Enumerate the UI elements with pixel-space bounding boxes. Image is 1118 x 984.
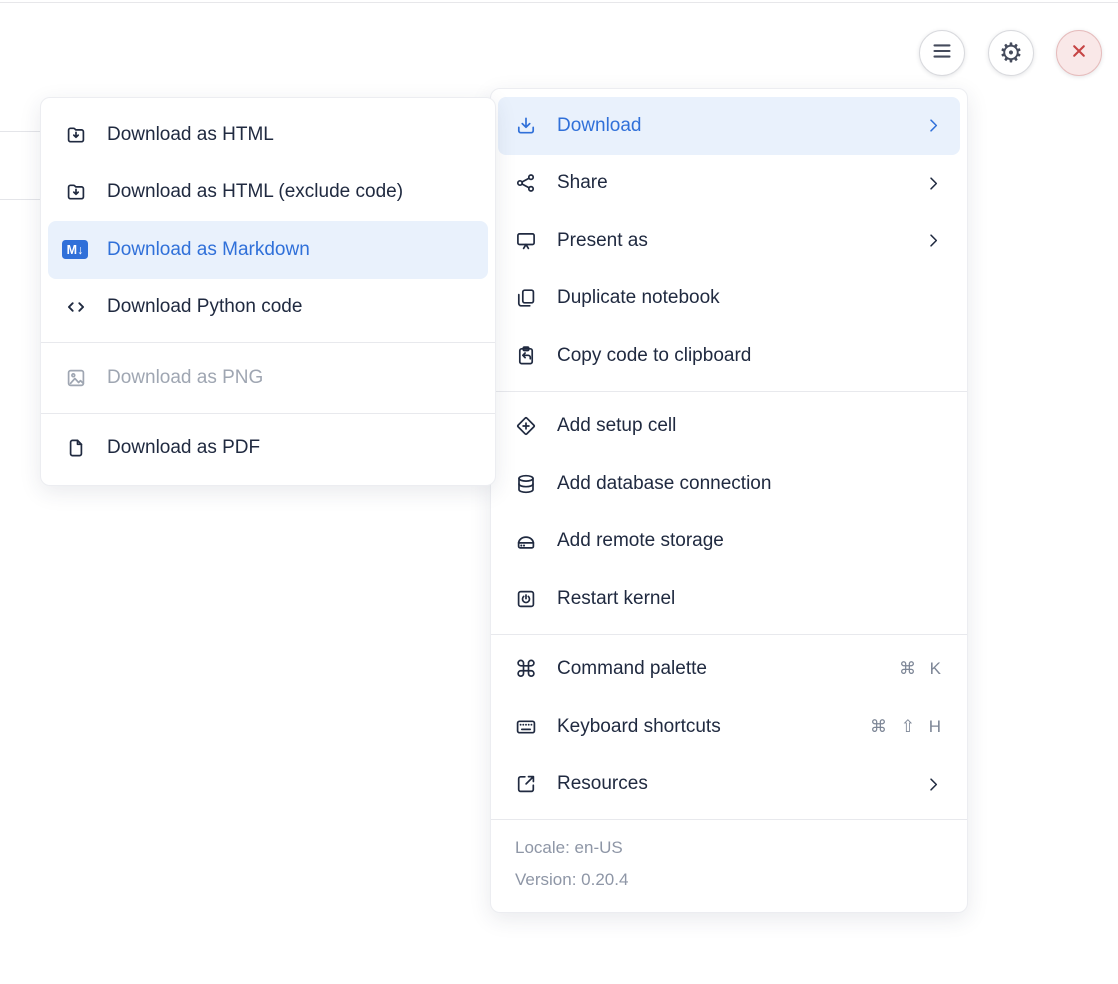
menu-item-duplicate-notebook[interactable]: Duplicate notebook bbox=[498, 270, 960, 328]
chevron-right-icon bbox=[925, 175, 942, 192]
menu-item-label: Download as Markdown bbox=[107, 239, 470, 261]
menu-item-download-python-code[interactable]: Download Python code bbox=[48, 279, 488, 337]
locale-text: Locale: en-US bbox=[515, 832, 943, 864]
download-icon bbox=[514, 114, 538, 138]
main-menu-popup: Download Share Present as bbox=[490, 88, 968, 913]
code-icon bbox=[64, 295, 88, 319]
menu-item-add-setup-cell[interactable]: Add setup cell bbox=[498, 398, 960, 456]
menu-item-label: Download as HTML bbox=[107, 124, 470, 146]
menu-item-label: Restart kernel bbox=[557, 588, 942, 610]
hamburger-menu-button[interactable] bbox=[919, 30, 965, 76]
keyboard-icon bbox=[514, 715, 538, 739]
storage-drive-icon bbox=[514, 529, 538, 553]
menu-item-label: Copy code to clipboard bbox=[557, 345, 942, 367]
menu-item-label: Download as HTML (exclude code) bbox=[107, 181, 470, 203]
menu-item-share[interactable]: Share bbox=[498, 155, 960, 213]
chevron-right-icon bbox=[925, 117, 942, 134]
menu-item-command-palette[interactable]: ⌘ Command palette ⌘ K bbox=[498, 641, 960, 699]
menu-item-label: Download as PNG bbox=[107, 367, 470, 389]
diamond-plus-icon bbox=[514, 414, 538, 438]
hamburger-icon bbox=[930, 39, 954, 68]
menu-item-label: Download as PDF bbox=[107, 437, 470, 459]
menu-item-download-as-markdown[interactable]: M↓ Download as Markdown bbox=[48, 221, 488, 279]
menu-item-label: Add database connection bbox=[557, 473, 942, 495]
menu-footer: Locale: en-US Version: 0.20.4 bbox=[491, 826, 967, 904]
download-submenu-popup: Download as HTML Download as HTML (exclu… bbox=[40, 97, 496, 486]
menu-item-label: Add remote storage bbox=[557, 530, 942, 552]
image-icon bbox=[64, 366, 88, 390]
menu-item-download[interactable]: Download bbox=[498, 97, 960, 155]
menu-separator bbox=[41, 413, 495, 414]
markdown-badge-text: M↓ bbox=[62, 240, 88, 259]
external-link-icon bbox=[514, 772, 538, 796]
menu-item-label: Keyboard shortcuts bbox=[557, 716, 851, 738]
menu-item-add-remote-storage[interactable]: Add remote storage bbox=[498, 513, 960, 571]
menu-item-restart-kernel[interactable]: Restart kernel bbox=[498, 570, 960, 628]
clipboard-arrow-icon bbox=[514, 344, 538, 368]
menu-item-download-as-png: Download as PNG bbox=[48, 349, 488, 407]
shortcut-hint: ⌘ K bbox=[899, 659, 942, 679]
folder-download-icon bbox=[64, 180, 88, 204]
menu-item-label: Command palette bbox=[557, 658, 880, 680]
menu-item-label: Add setup cell bbox=[557, 415, 942, 437]
background-rule-1 bbox=[0, 131, 41, 132]
menu-separator bbox=[491, 819, 967, 820]
duplicate-icon bbox=[514, 286, 538, 310]
menu-separator bbox=[491, 634, 967, 635]
version-text: Version: 0.20.4 bbox=[515, 864, 943, 896]
presentation-icon bbox=[514, 229, 538, 253]
power-icon bbox=[514, 587, 538, 611]
menu-item-present-as[interactable]: Present as bbox=[498, 212, 960, 270]
menu-item-copy-code[interactable]: Copy code to clipboard bbox=[498, 327, 960, 385]
menu-item-label: Resources bbox=[557, 773, 906, 795]
gear-icon: ⚙ bbox=[999, 40, 1023, 67]
close-icon bbox=[1069, 41, 1089, 66]
chevron-right-icon bbox=[925, 232, 942, 249]
share-icon bbox=[514, 171, 538, 195]
database-icon bbox=[514, 472, 538, 496]
menu-separator bbox=[491, 391, 967, 392]
background-rule-2 bbox=[0, 199, 41, 200]
menu-item-label: Present as bbox=[557, 230, 906, 252]
close-button[interactable] bbox=[1056, 30, 1102, 76]
menu-separator bbox=[41, 342, 495, 343]
menu-item-label: Download bbox=[557, 115, 906, 137]
shortcut-hint: ⌘ ⇧ H bbox=[870, 717, 942, 737]
settings-button[interactable]: ⚙ bbox=[988, 30, 1034, 76]
menu-item-download-as-html-exclude-code[interactable]: Download as HTML (exclude code) bbox=[48, 164, 488, 222]
menu-item-add-database-connection[interactable]: Add database connection bbox=[498, 455, 960, 513]
menu-item-download-as-html[interactable]: Download as HTML bbox=[48, 106, 488, 164]
menu-item-label: Download Python code bbox=[107, 296, 470, 318]
command-icon: ⌘ bbox=[514, 657, 538, 681]
menu-item-keyboard-shortcuts[interactable]: Keyboard shortcuts ⌘ ⇧ H bbox=[498, 698, 960, 756]
menu-item-download-as-pdf[interactable]: Download as PDF bbox=[48, 420, 488, 478]
menu-item-label: Share bbox=[557, 172, 906, 194]
page-top-border bbox=[0, 2, 1118, 3]
chevron-right-icon bbox=[925, 776, 942, 793]
menu-item-label: Duplicate notebook bbox=[557, 287, 942, 309]
folder-download-icon bbox=[64, 123, 88, 147]
markdown-badge-icon: M↓ bbox=[64, 238, 88, 262]
menu-item-resources[interactable]: Resources bbox=[498, 756, 960, 814]
file-icon bbox=[64, 436, 88, 460]
